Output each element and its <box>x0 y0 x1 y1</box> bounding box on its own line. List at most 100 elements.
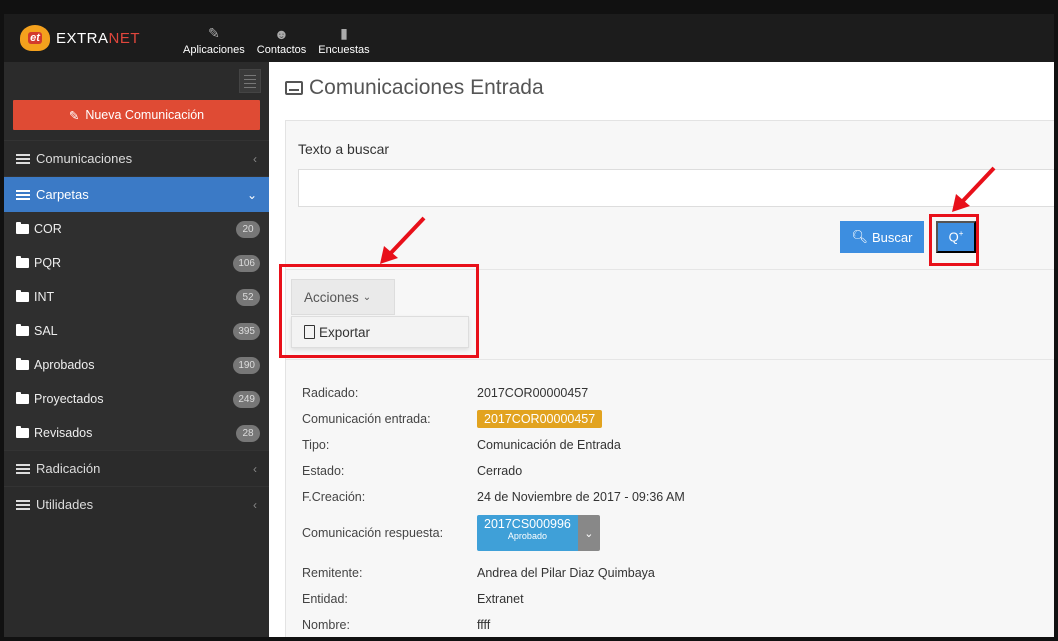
folder-icon <box>16 324 29 336</box>
chevron-left-icon: ‹ <box>253 497 257 512</box>
search-button-label: Buscar <box>872 229 913 245</box>
count-badge: 52 <box>236 288 260 306</box>
response-communication-tag[interactable]: 2017CS000996 Aprobado <box>477 515 578 551</box>
folder-label: COR <box>34 222 62 236</box>
detail-row: Estado: Cerrado <box>302 459 1042 483</box>
brand-name: EXTRANET <box>56 30 140 47</box>
export-label: Exportar <box>319 324 371 340</box>
search-label: Texto a buscar <box>298 141 390 157</box>
detail-value: 24 de Noviembre de 2017 - 09:36 AM <box>477 490 685 504</box>
nav-encuestas[interactable]: ▮ Encuestas <box>312 14 375 62</box>
chevron-left-icon: ‹ <box>253 151 257 166</box>
advanced-search-button[interactable]: Q+ <box>936 221 976 253</box>
detail-label: F.Creación: <box>302 490 366 504</box>
sidebar-item-radicacion[interactable]: Radicación ‹ <box>4 450 269 486</box>
response-id: 2017CS000996 <box>484 517 571 531</box>
detail-row: F.Creación: 24 de Noviembre de 2017 - 09… <box>302 485 1042 509</box>
detail-value: Cerrado <box>477 464 523 478</box>
detail-value: 2017COR00000457 <box>477 386 589 400</box>
folder-label: Revisados <box>34 426 93 440</box>
sidebar-item-utilidades[interactable]: Utilidades ‹ <box>4 486 269 522</box>
search-input[interactable] <box>298 169 1054 207</box>
nav-encuestas-label: Encuestas <box>318 44 370 56</box>
actions-dropdown-button[interactable]: Acciones ⌄ <box>291 279 395 315</box>
sidebar: ✎ Nueva Comunicación Comunicaciones ‹ Ca… <box>4 62 269 637</box>
chevron-down-icon[interactable]: ⌄ <box>577 515 600 551</box>
sidebar-item-carpetas[interactable]: Carpetas ⌄ <box>4 176 269 212</box>
search-icon: 🔍︎ <box>851 229 869 244</box>
folder-icon <box>16 358 29 370</box>
users-icon: ☻ <box>274 26 289 42</box>
folder-item-proyectados[interactable]: Proyectados 249 <box>4 382 269 416</box>
divider <box>286 359 1054 360</box>
sidebar-item-comunicaciones[interactable]: Comunicaciones ‹ <box>4 140 269 176</box>
detail-row: Nombre: ffff <box>302 613 1042 637</box>
chevron-down-icon: ⌄ <box>362 291 372 303</box>
sidebar-item-label: Radicación <box>36 461 101 476</box>
folder-label: Aprobados <box>34 358 95 372</box>
detail-label: Entidad: <box>302 592 348 606</box>
detail-row: Radicado: 2017COR00000457 <box>302 381 1042 405</box>
detail-row: Entidad: Extranet <box>302 587 1042 611</box>
search-plus-icon: Q+ <box>948 229 964 245</box>
brand-logo-text: et <box>28 32 42 44</box>
search-button[interactable]: 🔍︎ Buscar <box>840 221 924 253</box>
folder-item-int[interactable]: INT 52 <box>4 280 269 314</box>
export-menu-item[interactable]: Exportar <box>291 316 469 348</box>
detail-row: Comunicación entrada: 2017COR00000457 <box>302 407 1042 431</box>
detail-label: Tipo: <box>302 438 330 452</box>
folder-item-revisados[interactable]: Revisados 28 <box>4 416 269 450</box>
folder-icon <box>16 392 29 404</box>
screenshot-frame: et EXTRANET ✎ Aplicaciones ☻ Contactos ▮… <box>0 0 1058 641</box>
folder-list: COR 20 PQR 106 INT 52 SAL 395 Aprobados … <box>4 212 269 450</box>
folder-label: Proyectados <box>34 392 104 406</box>
sidebar-item-label: Comunicaciones <box>36 151 133 166</box>
count-badge: 20 <box>236 220 260 238</box>
folder-item-sal[interactable]: SAL 395 <box>4 314 269 348</box>
new-communication-button[interactable]: ✎ Nueva Comunicación <box>13 100 260 130</box>
brand-logo-icon: et <box>20 25 50 51</box>
top-navbar: et EXTRANET ✎ Aplicaciones ☻ Contactos ▮… <box>4 14 1054 62</box>
nav-aplicaciones[interactable]: ✎ Aplicaciones <box>177 14 251 62</box>
detail-label: Comunicación entrada: <box>302 412 431 426</box>
folder-label: PQR <box>34 256 62 270</box>
search-panel: Texto a buscar 🔍︎ Buscar Q+ Acciones ⌄ E… <box>285 120 1054 637</box>
folder-icon <box>16 222 29 234</box>
count-badge: 190 <box>233 356 260 374</box>
nav-contactos[interactable]: ☻ Contactos <box>251 14 313 62</box>
hamburger-icon[interactable] <box>239 69 261 93</box>
inbox-icon <box>285 81 303 95</box>
nav-aplicaciones-label: Aplicaciones <box>183 44 245 56</box>
list-icon <box>16 153 30 164</box>
folder-item-cor[interactable]: COR 20 <box>4 212 269 246</box>
brand-name-part: EXTRA <box>56 29 109 47</box>
actions-label: Acciones <box>304 289 359 305</box>
page-title: Comunicaciones Entrada <box>285 76 544 100</box>
file-icon: ▮ <box>340 25 348 41</box>
entry-communication-tag[interactable]: 2017COR00000457 <box>477 410 603 428</box>
list-icon <box>16 463 30 474</box>
detail-value: Comunicación de Entrada <box>477 438 621 452</box>
detail-row: Tipo: Comunicación de Entrada <box>302 433 1042 457</box>
detail-label: Remitente: <box>302 566 363 580</box>
pencil-icon: ✎ <box>208 25 220 41</box>
folder-icon <box>16 426 29 438</box>
count-badge: 395 <box>233 322 260 340</box>
sidebar-toggle-bar <box>4 62 269 100</box>
brand-name-accent: NET <box>108 29 141 47</box>
pencil-icon: ✎ <box>68 108 80 123</box>
page-title-text: Comunicaciones Entrada <box>309 76 544 99</box>
folder-label: INT <box>34 290 55 304</box>
detail-row: Comunicación respuesta: 2017CS000996 Apr… <box>302 513 1042 553</box>
detail-label: Nombre: <box>302 618 350 632</box>
count-badge: 106 <box>233 254 260 272</box>
folder-item-aprobados[interactable]: Aprobados 190 <box>4 348 269 382</box>
main-content: Comunicaciones Entrada Texto a buscar 🔍︎… <box>273 62 1054 637</box>
nav-contactos-label: Contactos <box>256 44 307 56</box>
folder-item-pqr[interactable]: PQR 106 <box>4 246 269 280</box>
divider <box>286 269 1054 270</box>
detail-label: Comunicación respuesta: <box>302 526 444 540</box>
detail-value: ffff <box>477 618 491 632</box>
folder-icon <box>16 256 29 268</box>
folder-icon <box>16 290 29 302</box>
